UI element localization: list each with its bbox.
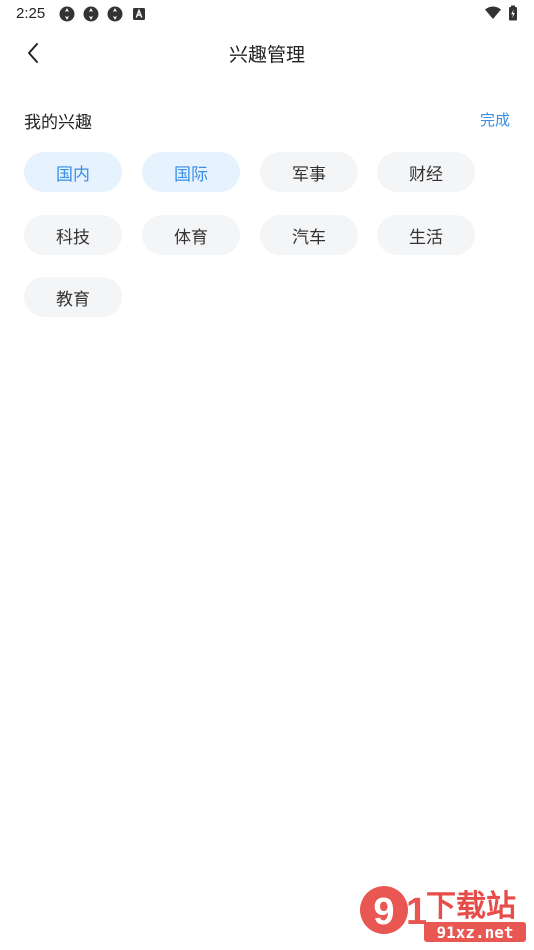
interest-tag[interactable]: 国际 (142, 152, 240, 192)
page-title: 兴趣管理 (228, 44, 305, 66)
notification-icon (59, 6, 75, 22)
interest-tag[interactable]: 财经 (377, 152, 475, 192)
navigation-bar: 兴趣管理 (0, 28, 534, 78)
status-bar: 2:25 (0, 0, 534, 28)
notification-icon (83, 6, 99, 22)
notification-icon (107, 6, 123, 22)
interest-tag[interactable]: 生活 (377, 215, 475, 255)
section-title: 我的兴趣 (24, 113, 92, 133)
svg-text:9: 9 (373, 891, 394, 933)
done-button[interactable]: 完成 (480, 109, 510, 130)
interest-tag[interactable]: 体育 (142, 215, 240, 255)
interest-tag[interactable]: 军事 (260, 152, 358, 192)
my-interests-header: 我的兴趣 完成 (24, 106, 510, 133)
interest-tag[interactable]: 科技 (24, 215, 122, 255)
svg-text:1: 1 (406, 891, 427, 933)
site-watermark-logo: 9 1 下载站 91xz.net (360, 886, 526, 942)
interest-tag[interactable]: 汽车 (260, 215, 358, 255)
watermark-title: 下载站 (426, 889, 516, 924)
watermark-url: 91xz.net (436, 923, 513, 942)
interest-tag[interactable]: 国内 (24, 152, 122, 192)
app-icon (133, 8, 145, 20)
wifi-icon (485, 6, 501, 19)
status-system-icons (484, 5, 518, 21)
battery-icon (509, 5, 517, 21)
interest-tag[interactable]: 教育 (24, 277, 122, 317)
status-notifications (58, 5, 148, 23)
status-time: 2:25 (16, 5, 46, 22)
